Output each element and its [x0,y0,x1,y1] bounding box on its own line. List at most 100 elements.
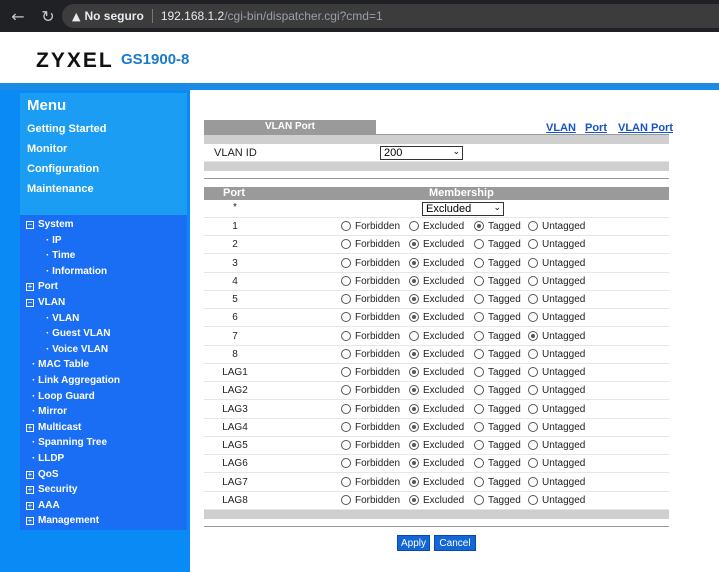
radio-untagged[interactable] [528,257,538,268]
membership-option-untagged[interactable]: Untagged [528,385,585,396]
membership-option-untagged[interactable]: Untagged [528,294,585,305]
radio-tagged[interactable] [474,367,484,377]
radio-excluded[interactable] [409,312,419,323]
membership-option-untagged[interactable]: Untagged [528,403,585,415]
radio-tagged[interactable] [474,458,484,469]
membership-option-excluded[interactable]: Excluded [409,330,464,342]
radio-untagged[interactable] [528,294,538,304]
membership-option-forbidden[interactable]: Forbidden [341,440,400,451]
membership-option-excluded[interactable]: Excluded [409,385,464,396]
membership-option-tagged[interactable]: Tagged [474,294,521,305]
breadcrumb-port[interactable]: Port [585,122,607,134]
membership-option-tagged[interactable]: Tagged [474,348,521,360]
radio-excluded[interactable] [409,476,419,487]
membership-option-excluded[interactable]: Excluded [409,257,464,269]
radio-forbidden[interactable] [341,476,351,487]
tree-item-spanning-tree[interactable]: · Spanning Tree [32,437,107,448]
expand-icon[interactable]: + [26,501,34,510]
radio-untagged[interactable] [528,458,538,469]
membership-option-forbidden[interactable]: Forbidden [341,294,400,305]
tree-item-information[interactable]: · Information [46,266,107,277]
radio-forbidden[interactable] [341,403,351,414]
membership-option-forbidden[interactable]: Forbidden [341,367,400,378]
membership-option-forbidden[interactable]: Forbidden [341,221,400,232]
membership-option-excluded[interactable]: Excluded [409,476,464,488]
radio-tagged[interactable] [474,494,484,505]
address-bar[interactable]: ▲ No seguro 192.168.1.2/cgi-bin/dispatch… [62,4,719,28]
membership-option-excluded[interactable]: Excluded [409,294,464,305]
membership-option-tagged[interactable]: Tagged [474,385,521,396]
membership-option-untagged[interactable]: Untagged [528,221,585,232]
menu-item-maintenance[interactable]: Maintenance [27,183,94,195]
radio-forbidden[interactable] [341,275,351,286]
membership-option-tagged[interactable]: Tagged [474,403,521,415]
back-arrow-icon[interactable]: ← [6,7,30,26]
membership-option-excluded[interactable]: Excluded [409,367,464,378]
radio-forbidden[interactable] [341,221,351,231]
membership-option-excluded[interactable]: Excluded [409,348,464,360]
radio-tagged[interactable] [474,312,484,323]
tree-item-vlan[interactable]: − VLAN [26,297,65,308]
membership-option-forbidden[interactable]: Forbidden [341,458,400,469]
radio-tagged[interactable] [474,421,484,432]
radio-forbidden[interactable] [341,294,351,304]
menu-item-getting-started[interactable]: Getting Started [27,123,106,135]
membership-option-tagged[interactable]: Tagged [474,476,521,488]
radio-untagged[interactable] [528,330,538,341]
radio-excluded[interactable] [409,421,419,432]
membership-option-untagged[interactable]: Untagged [528,257,585,269]
expand-icon[interactable]: + [26,486,34,495]
tree-item-mac-table[interactable]: · MAC Table [32,359,89,370]
menu-item-configuration[interactable]: Configuration [27,163,99,175]
radio-forbidden[interactable] [341,385,351,396]
radio-forbidden[interactable] [341,367,351,377]
radio-forbidden[interactable] [341,330,351,341]
membership-option-tagged[interactable]: Tagged [474,257,521,269]
tree-item-voice-vlan[interactable]: · Voice VLAN [46,344,108,355]
tree-item-security[interactable]: + Security [26,484,77,495]
membership-option-forbidden[interactable]: Forbidden [341,421,400,433]
tree-item-link-aggregation[interactable]: · Link Aggregation [32,375,120,386]
tree-item-management[interactable]: + Management [26,515,99,526]
radio-excluded[interactable] [409,330,419,341]
radio-excluded[interactable] [409,440,419,450]
radio-tagged[interactable] [474,275,484,286]
membership-option-forbidden[interactable]: Forbidden [341,330,400,342]
breadcrumb-vlan-port[interactable]: VLAN Port [618,122,673,134]
membership-option-tagged[interactable]: Tagged [474,275,521,287]
radio-untagged[interactable] [528,348,538,359]
membership-option-excluded[interactable]: Excluded [409,312,464,323]
membership-option-tagged[interactable]: Tagged [474,239,521,250]
tree-item-mirror[interactable]: · Mirror [32,406,67,417]
radio-tagged[interactable] [474,221,484,231]
radio-excluded[interactable] [409,275,419,286]
tree-item-aaa[interactable]: + AAA [26,500,60,511]
radio-tagged[interactable] [474,257,484,268]
membership-option-forbidden[interactable]: Forbidden [341,257,400,269]
membership-option-untagged[interactable]: Untagged [528,421,585,433]
membership-option-tagged[interactable]: Tagged [474,440,521,451]
membership-option-forbidden[interactable]: Forbidden [341,385,400,396]
radio-forbidden[interactable] [341,348,351,359]
cancel-button[interactable]: Cancel [434,535,476,551]
radio-tagged[interactable] [474,330,484,341]
radio-tagged[interactable] [474,348,484,359]
radio-excluded[interactable] [409,367,419,377]
membership-option-forbidden[interactable]: Forbidden [341,312,400,323]
expand-icon[interactable]: + [26,423,34,432]
membership-option-excluded[interactable]: Excluded [409,239,464,250]
membership-option-untagged[interactable]: Untagged [528,458,585,469]
radio-untagged[interactable] [528,385,538,396]
tree-item-vlan[interactable]: · VLAN [46,313,79,324]
membership-option-forbidden[interactable]: Forbidden [341,348,400,360]
radio-tagged[interactable] [474,294,484,304]
security-label[interactable]: No seguro [84,9,143,23]
radio-forbidden[interactable] [341,494,351,505]
radio-forbidden[interactable] [341,421,351,432]
radio-excluded[interactable] [409,257,419,268]
membership-option-untagged[interactable]: Untagged [528,275,585,287]
membership-option-untagged[interactable]: Untagged [528,330,585,342]
radio-forbidden[interactable] [341,440,351,450]
apply-button[interactable]: Apply [397,535,430,551]
radio-excluded[interactable] [409,494,419,505]
